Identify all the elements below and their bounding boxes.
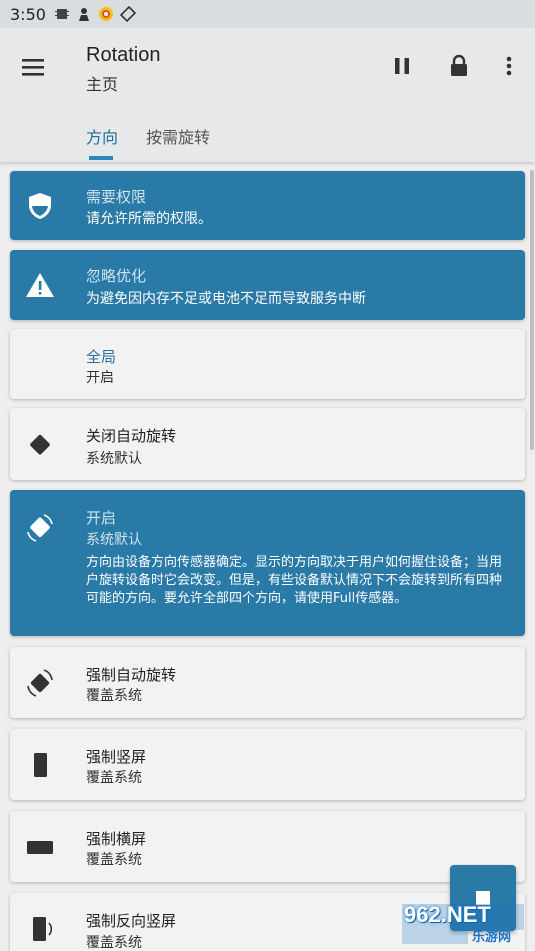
card-description: 方向由设备方向传感器确定。显示的方向取决于用户如何握住设备；当用户旋转设备时它会…	[86, 555, 503, 606]
card-subtitle: 为避免因内存不足或电池不足而导致服务中断	[86, 291, 366, 307]
chip-icon	[54, 9, 69, 19]
force-portrait-card[interactable]: 强制竖屏 覆盖系统	[10, 729, 525, 800]
force-landscape-card[interactable]: 强制横屏 覆盖系统	[10, 811, 525, 882]
user-icon	[78, 8, 89, 21]
auto-rotate-off-card[interactable]: 关闭自动旋转 系统默认	[10, 408, 525, 480]
page-subtitle: 主页	[86, 75, 119, 94]
card-title: 忽略优化	[86, 267, 147, 285]
permission-card[interactable]: 需要权限 请允许所需的权限。	[10, 171, 525, 240]
app-color-icon	[98, 7, 113, 21]
card-subtitle: 覆盖系统	[86, 852, 142, 868]
warning-icon	[26, 273, 54, 297]
orientation-list: 需要权限 请允许所需的权限。 忽略优化 为避免因内存不足或电池不足而导致服务中断…	[0, 162, 535, 951]
screen-rotation-icon	[27, 514, 53, 542]
status-time: 3:50	[10, 4, 46, 24]
auto-rotate-on-card[interactable]: 开启 系统默认 方向由设备方向传感器确定。显示的方向取决于用户如何握住设备；当用…	[10, 490, 525, 636]
portrait-icon	[34, 752, 47, 777]
card-title: 强制横屏	[86, 830, 147, 848]
watermark-site: 乐游网	[472, 930, 512, 945]
lock-icon[interactable]	[445, 52, 473, 80]
shield-icon	[29, 192, 51, 219]
watermark-brand: 962.NET	[404, 902, 491, 927]
page-title: Rotation	[86, 44, 161, 66]
reverse-portrait-icon	[33, 917, 53, 941]
more-options-icon[interactable]	[495, 52, 523, 80]
card-subtitle: 请允许所需的权限。	[86, 211, 212, 227]
status-bar: 3:50	[0, 0, 535, 28]
app-bar: Rotation 主页 方向 按需旋转	[0, 28, 535, 162]
card-subtitle: 覆盖系统	[86, 688, 142, 704]
scrollbar[interactable]	[530, 170, 534, 450]
card-subtitle: 覆盖系统	[86, 770, 142, 786]
force-auto-rotate-card[interactable]: 强制自动旋转 覆盖系统	[10, 647, 525, 718]
card-subtitle: 系统默认	[86, 532, 142, 548]
watermark-logo: 962.NET 乐游网	[398, 900, 528, 946]
card-subtitle: 覆盖系统	[86, 935, 142, 951]
card-title: 强制竖屏	[86, 748, 147, 766]
card-title: 强制自动旋转	[86, 666, 177, 684]
pause-icon[interactable]	[388, 52, 416, 80]
tab-bar: 方向 按需旋转	[0, 120, 535, 162]
landscape-icon	[27, 840, 53, 854]
tab-indicator	[89, 156, 113, 160]
card-subtitle: 开启	[86, 370, 114, 386]
ignore-optimization-card[interactable]: 忽略优化 为避免因内存不足或电池不足而导致服务中断	[10, 250, 525, 320]
tab-on-demand-rotation[interactable]: 按需旋转	[146, 124, 210, 148]
card-title: 开启	[86, 509, 117, 527]
card-title: 关闭自动旋转	[86, 427, 177, 445]
tag-icon	[119, 6, 136, 22]
global-card[interactable]: 全局 开启	[10, 329, 525, 399]
card-subtitle: 系统默认	[86, 451, 142, 467]
menu-icon[interactable]	[18, 52, 48, 82]
device-landscape-icon	[30, 434, 50, 455]
card-title: 需要权限	[86, 188, 147, 206]
tab-orientation[interactable]: 方向	[86, 124, 118, 148]
screen-rotation-icon	[27, 668, 53, 697]
card-title: 强制反向竖屏	[86, 912, 177, 930]
card-title: 全局	[86, 348, 117, 366]
